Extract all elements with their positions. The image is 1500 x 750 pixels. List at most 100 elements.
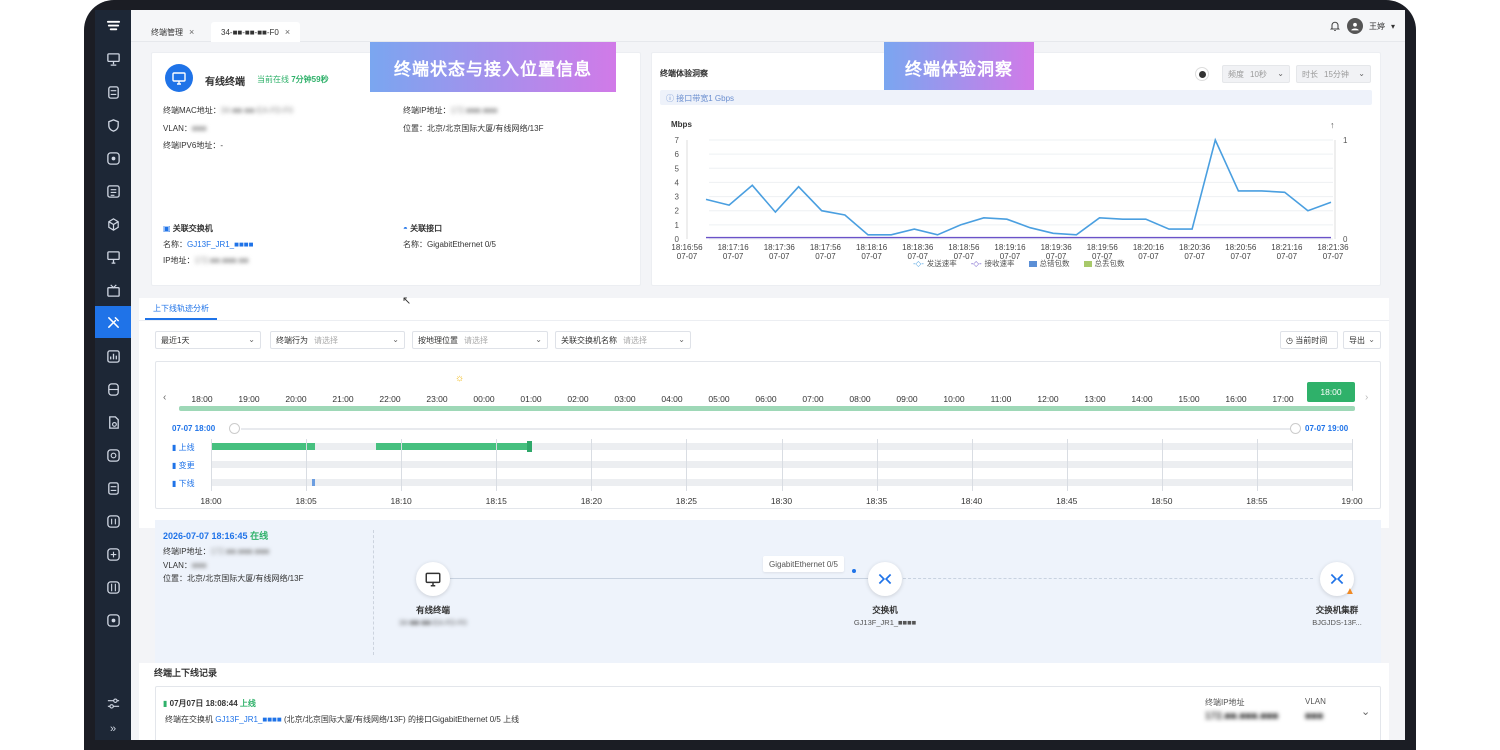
row-label-change: ▮ 变更 xyxy=(172,461,195,470)
duration-select[interactable]: 时长 15分钟 ⌄ xyxy=(1296,65,1371,83)
detail-location: 位置：北京/北京国际大厦/有线网络/13F xyxy=(163,574,304,583)
ip-field: 终端IP地址：172.■■■.■■■ xyxy=(403,106,498,115)
time-range-select[interactable]: 最近1天 ⌄ xyxy=(155,331,261,349)
hour-label[interactable]: 20:00 xyxy=(276,394,316,404)
x-tick-label: 18:17:56 xyxy=(810,243,842,252)
network-icon[interactable] xyxy=(104,149,122,167)
hour-label[interactable]: 22:00 xyxy=(370,394,410,404)
switch-name: 名称：GJ13F_JR1_■■■■ xyxy=(163,240,254,249)
terminal-node[interactable] xyxy=(416,562,450,596)
expand-sidebar-icon[interactable]: » xyxy=(104,720,122,738)
hour-label[interactable]: 03:00 xyxy=(605,394,645,404)
topo-link xyxy=(450,578,870,579)
close-icon[interactable]: × xyxy=(189,27,194,37)
offline-event[interactable] xyxy=(312,479,315,486)
location-select[interactable]: 按地理位置 请选择 ⌄ xyxy=(412,331,548,349)
hour-label[interactable]: 02:00 xyxy=(558,394,598,404)
bell-icon[interactable] xyxy=(1329,20,1341,32)
range-start-handle[interactable] xyxy=(229,423,240,434)
hour-label[interactable]: 15:00 xyxy=(1169,394,1209,404)
logo-icon[interactable] xyxy=(104,16,122,34)
hour-label[interactable]: 09:00 xyxy=(887,394,927,404)
hour-label[interactable]: 18:00 xyxy=(182,394,222,404)
database-icon[interactable] xyxy=(104,380,122,398)
x-tick-label: 18:18:56 xyxy=(948,243,980,252)
monitor-icon[interactable] xyxy=(104,50,122,68)
insight-title: 终端体验洞察 xyxy=(660,69,708,78)
expand-chevron-icon[interactable]: ⌄ xyxy=(1361,705,1370,718)
tab-trace-analysis[interactable]: 上下线轨迹分析 xyxy=(145,298,217,320)
tab-label: 34-■■-■■-■■-F0 xyxy=(221,27,279,37)
y-tick-label: 7 xyxy=(675,136,680,145)
list-icon[interactable] xyxy=(104,182,122,200)
axis-tick-label: 19:00 xyxy=(1341,496,1363,506)
hour-label[interactable]: 06:00 xyxy=(746,394,786,404)
hour-label[interactable]: 23:00 xyxy=(417,394,457,404)
legend-send[interactable]: -◇- 发送速率 xyxy=(913,258,957,269)
panel-icon[interactable] xyxy=(104,578,122,596)
tv-icon[interactable] xyxy=(104,281,122,299)
settings-sliders-icon[interactable] xyxy=(104,694,122,712)
report-icon[interactable] xyxy=(104,347,122,365)
grid-icon[interactable] xyxy=(104,512,122,530)
tools-icon[interactable] xyxy=(104,313,122,331)
hour-label[interactable]: 05:00 xyxy=(699,394,739,404)
hour-label[interactable]: 19:00 xyxy=(229,394,269,404)
avatar[interactable] xyxy=(1346,18,1363,34)
record-item[interactable] xyxy=(155,686,1381,740)
switch-node[interactable] xyxy=(868,562,902,596)
record-vlan-label: VLAN xyxy=(1305,697,1326,706)
selected-hour[interactable]: 18:00 xyxy=(1307,382,1355,402)
row-label-offline: ▮ 下线 xyxy=(172,479,195,488)
hour-label[interactable]: 17:00 xyxy=(1263,394,1303,404)
hour-label[interactable]: 16:00 xyxy=(1216,394,1256,404)
document-icon[interactable] xyxy=(104,413,122,431)
frequency-select[interactable]: 频度 10秒 ⌄ xyxy=(1222,65,1290,83)
gridline xyxy=(781,439,783,491)
apps-icon[interactable] xyxy=(104,545,122,563)
gridline xyxy=(971,439,973,491)
x-tick-date: 07-07 xyxy=(1323,252,1344,261)
user-menu[interactable]: 王婷 ▾ xyxy=(1329,18,1395,34)
export-button[interactable]: 导出 ⌄ xyxy=(1343,331,1381,349)
hour-label[interactable]: 08:00 xyxy=(840,394,880,404)
prev-arrow-icon[interactable]: ‹ xyxy=(163,392,166,403)
current-time-button[interactable]: ◷ 当前时间 xyxy=(1280,331,1338,349)
record-time: ▮ 07月07日 18:08:44 上线 xyxy=(163,699,256,708)
hour-label[interactable]: 00:00 xyxy=(464,394,504,404)
online-segment[interactable] xyxy=(376,443,531,450)
cluster-node-title: 交换机集群 xyxy=(1315,605,1359,615)
integration-icon[interactable] xyxy=(104,611,122,629)
event-marker[interactable] xyxy=(527,441,532,452)
range-track[interactable] xyxy=(241,428,1290,430)
shield-icon[interactable] xyxy=(104,116,122,134)
hour-label[interactable]: 13:00 xyxy=(1075,394,1115,404)
legend-error[interactable]: 总错包数 xyxy=(1028,258,1070,269)
gridline xyxy=(1256,439,1258,491)
legend-drop[interactable]: 总丢包数 xyxy=(1083,258,1125,269)
switch-name-select[interactable]: 关联交换机名称 请选择 ⌄ xyxy=(555,331,691,349)
server-icon[interactable] xyxy=(104,83,122,101)
switch-node-title: 交换机 xyxy=(872,605,898,615)
hour-label[interactable]: 21:00 xyxy=(323,394,363,404)
hour-label[interactable]: 11:00 xyxy=(981,394,1021,404)
hour-label[interactable]: 07:00 xyxy=(793,394,833,404)
online-segment[interactable] xyxy=(211,443,315,450)
hour-label[interactable]: 14:00 xyxy=(1122,394,1162,404)
desktop-icon[interactable] xyxy=(104,248,122,266)
range-end-handle[interactable] xyxy=(1290,423,1301,434)
record-button[interactable] xyxy=(1195,67,1209,81)
hour-label[interactable]: 01:00 xyxy=(511,394,551,404)
hour-label[interactable]: 04:00 xyxy=(652,394,692,404)
next-arrow-icon[interactable]: › xyxy=(1365,392,1368,403)
hour-label[interactable]: 12:00 xyxy=(1028,394,1068,404)
storage-icon[interactable] xyxy=(104,479,122,497)
tab-terminal-detail[interactable]: 34-■■-■■-■■-F0 × xyxy=(211,22,301,42)
legend-receive[interactable]: -◇- 接收速率 xyxy=(971,258,1015,269)
tab-terminal-management[interactable]: 终端管理 × xyxy=(141,22,204,42)
hour-label[interactable]: 10:00 xyxy=(934,394,974,404)
behavior-select[interactable]: 终端行为 请选择 ⌄ xyxy=(270,331,405,349)
cube-icon[interactable] xyxy=(104,215,122,233)
chat-icon[interactable] xyxy=(104,446,122,464)
close-icon[interactable]: × xyxy=(285,27,290,37)
